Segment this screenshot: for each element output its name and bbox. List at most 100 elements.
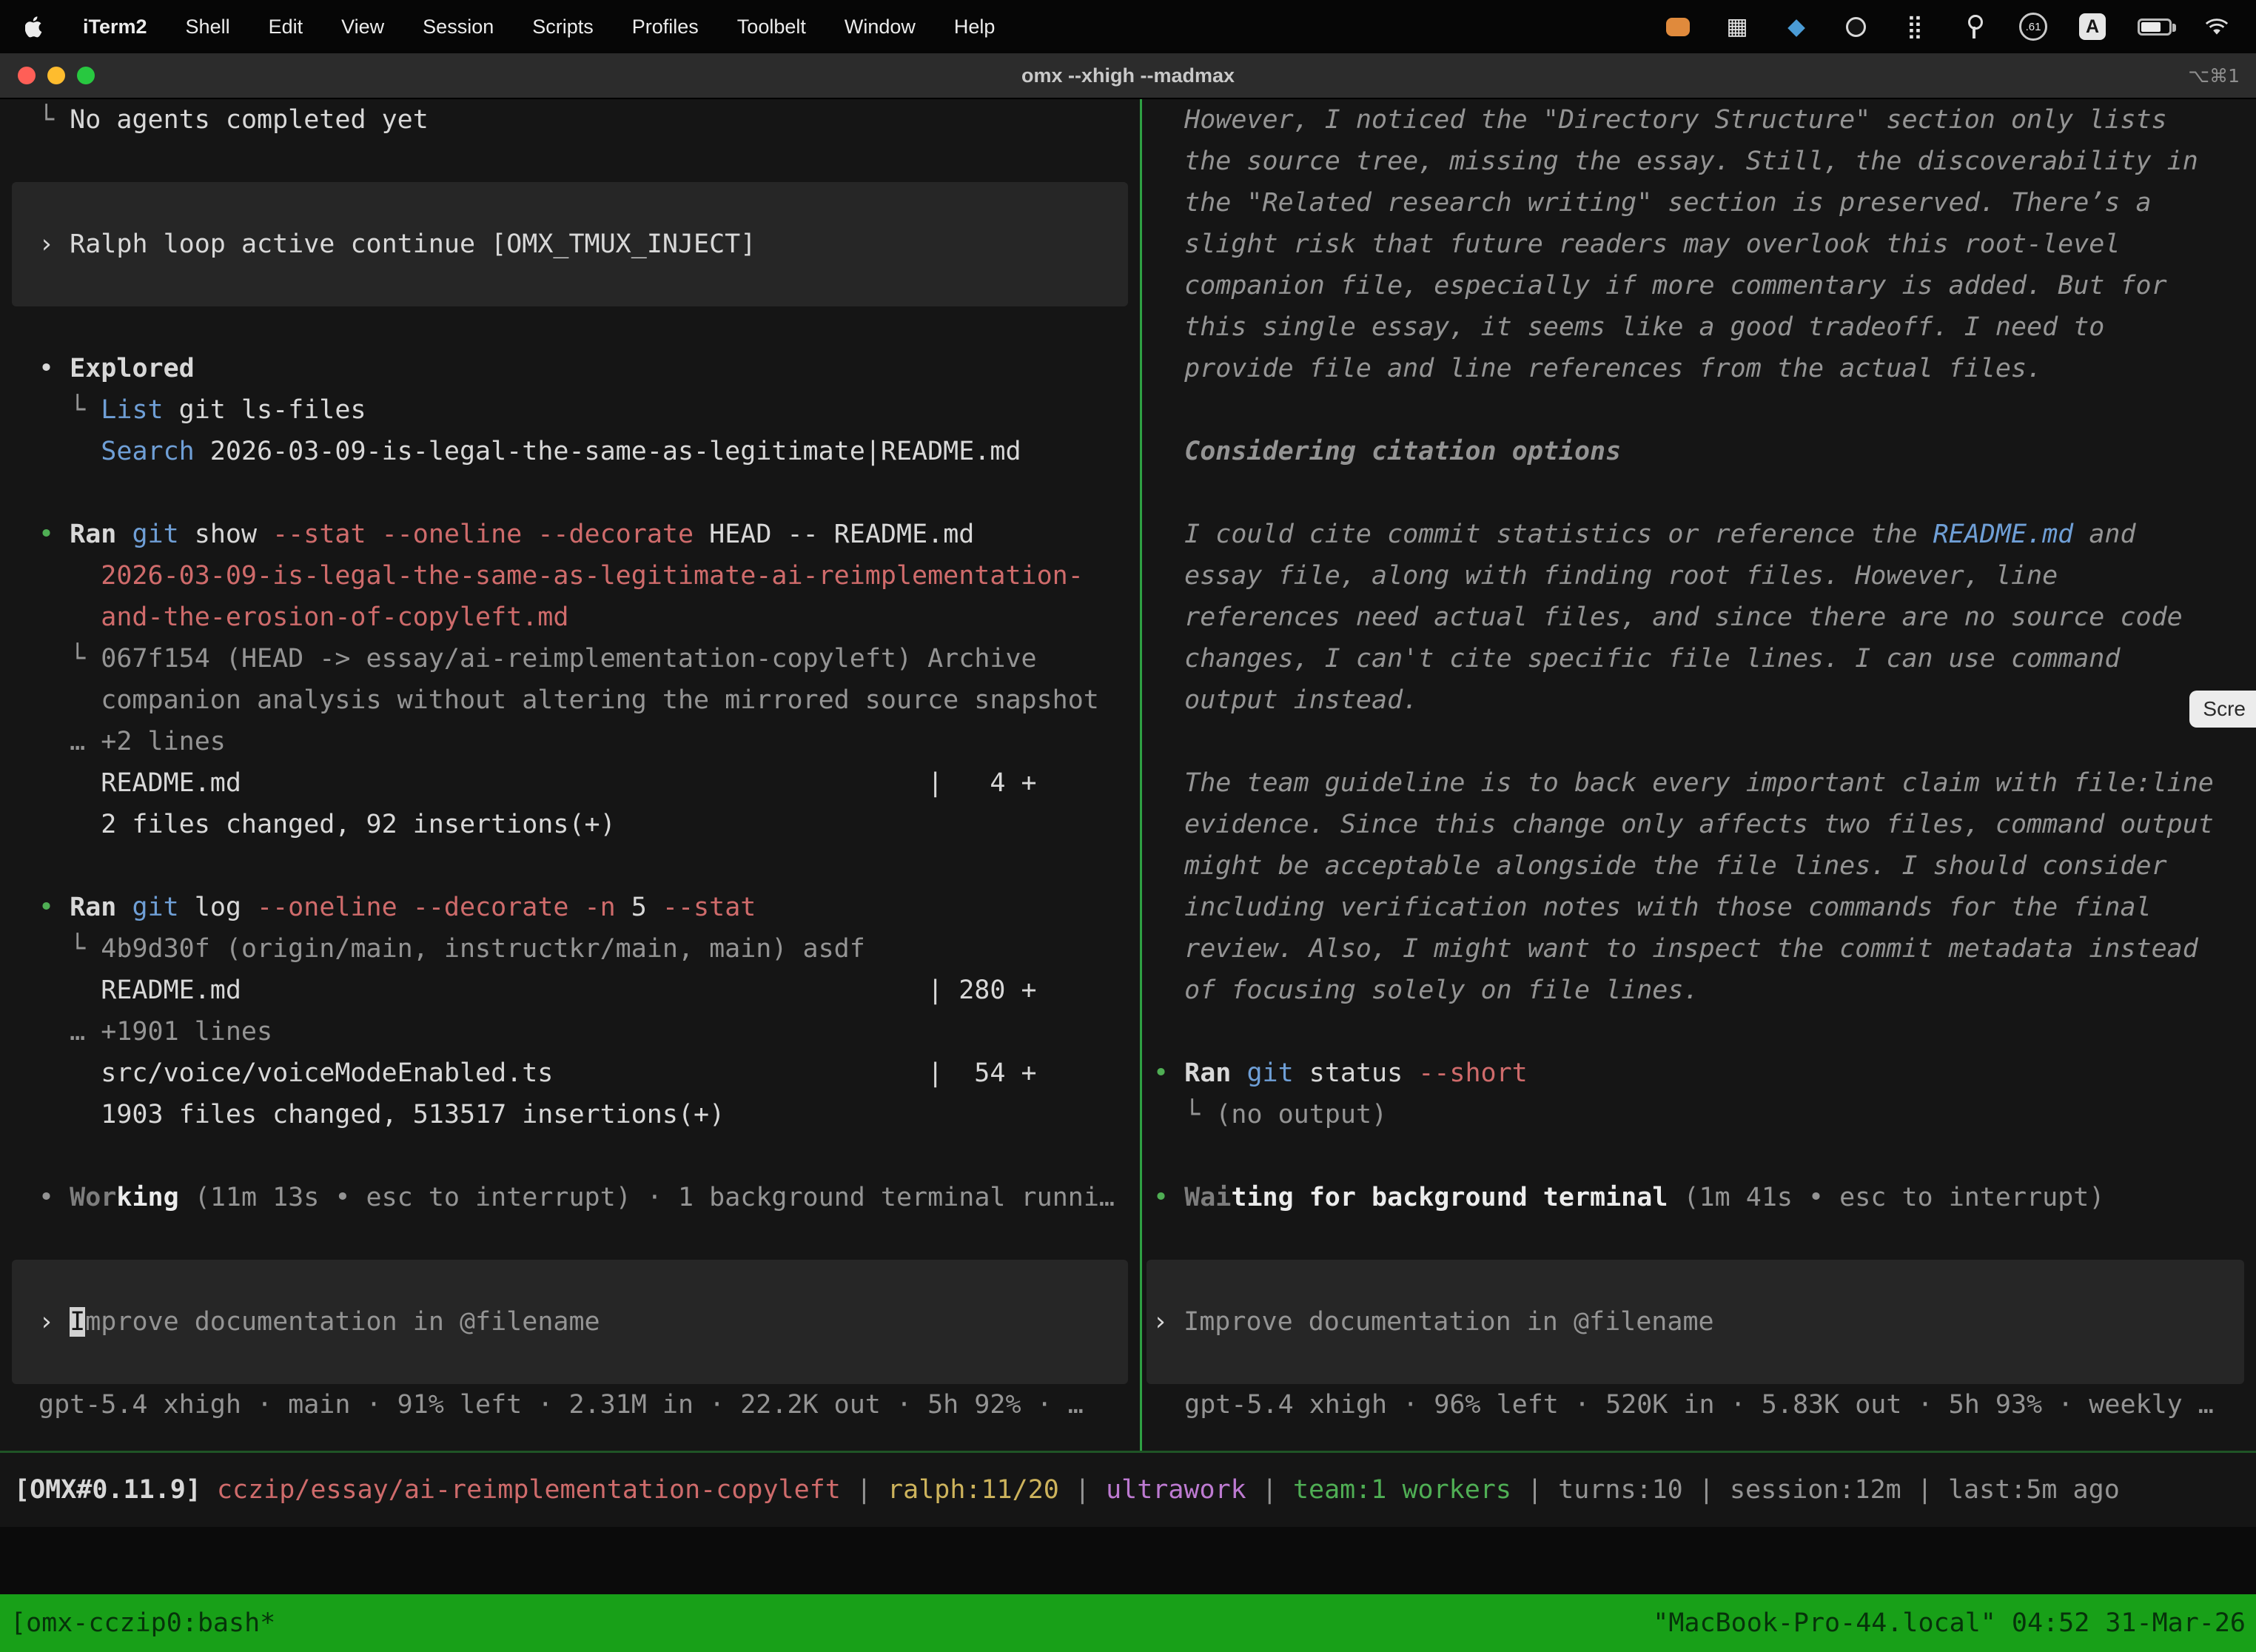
apple-logo-icon[interactable] xyxy=(25,15,44,38)
text-segment: this single essay, it seems like a good … xyxy=(1153,312,2104,342)
menu-item-profiles[interactable]: Profiles xyxy=(632,16,699,38)
text-segment: 4b9d30f (origin/main, instructkr/main, m… xyxy=(101,934,865,964)
edge-tooltip[interactable]: Scre xyxy=(2189,691,2256,728)
text-segment: ting for background terminal xyxy=(1231,1183,1668,1212)
menu-item-scripts[interactable]: Scripts xyxy=(532,16,594,38)
terminal-line: might be acceptable alongside the file l… xyxy=(1142,845,2256,887)
screen: iTerm2 Shell Edit View Session Scripts Profil… xyxy=(0,0,2256,1652)
key-icon[interactable] xyxy=(1960,9,1988,44)
terminal-line: review. Also, I might want to inspect th… xyxy=(1142,928,2256,970)
menu-bar-left: iTerm2 Shell Edit View Session Scripts Profil… xyxy=(25,15,995,38)
text-segment xyxy=(1231,1058,1246,1088)
bottom-gap xyxy=(0,1527,2256,1594)
zoom-button[interactable] xyxy=(77,67,95,84)
prompt-input[interactable]: › Improve documentation in @filename xyxy=(12,1260,1128,1384)
menu-app-name[interactable]: iTerm2 xyxy=(83,16,147,38)
text-segment: · 1 background terminal runni… xyxy=(631,1183,1115,1212)
menu-item-session[interactable]: Session xyxy=(423,16,494,38)
text-segment: session:12m xyxy=(1730,1475,1901,1505)
menu-item-edit[interactable]: Edit xyxy=(269,16,303,38)
text-segment: gpt-5.4 xhigh · main · 91% left · 2.31M … xyxy=(38,1390,1084,1420)
text-segment: Ran xyxy=(70,520,116,549)
terminal-line: companion file, especially if more comme… xyxy=(1142,265,2256,306)
text-segment: └ xyxy=(38,934,101,964)
close-button[interactable] xyxy=(18,67,36,84)
text-segment: ralph:11/20 xyxy=(887,1475,1059,1505)
text-segment: git xyxy=(132,520,178,549)
terminal-line: I could cite commit statistics or refere… xyxy=(1142,514,2256,555)
menu-items: Shell Edit View Session Scripts Profiles Toolb… xyxy=(186,16,996,38)
text-segment: and-the-erosion-of-copyleft.md xyxy=(38,602,568,632)
input-source-icon[interactable]: A xyxy=(2078,9,2106,44)
menu-item-help[interactable]: Help xyxy=(954,16,996,38)
text-segment: | xyxy=(841,1475,887,1505)
prompt-input[interactable]: › Improve documentation in @filename xyxy=(1147,1260,2244,1384)
text-segment: team:1 workers xyxy=(1293,1475,1511,1505)
terminal-line: Search 2026-03-09-is-legal-the-same-as-l… xyxy=(0,431,1140,472)
text-segment: I xyxy=(70,1307,85,1337)
text-segment: • xyxy=(1153,1058,1184,1088)
text-segment xyxy=(201,1475,217,1505)
text-segment: git xyxy=(132,893,178,922)
tmux-status-bar: [omx-cczip0:bash* "MacBook-Pro-44.local"… xyxy=(0,1594,2256,1652)
blue-app-icon[interactable]: ◆ xyxy=(1782,9,1810,44)
text-segment: └ xyxy=(1153,1100,1215,1129)
gauge-icon[interactable]: .61 xyxy=(2019,9,2047,44)
menu-item-view[interactable]: View xyxy=(341,16,384,38)
text-segment: and xyxy=(2073,520,2135,549)
text-segment: • xyxy=(38,893,70,922)
text-segment: | 280 + xyxy=(927,976,1037,1005)
text-segment: • xyxy=(38,354,70,383)
terminal-line: Considering citation options xyxy=(1142,431,2256,472)
minimize-button[interactable] xyxy=(47,67,65,84)
blank-line xyxy=(1142,472,2256,514)
text-segment: | xyxy=(1511,1475,1558,1505)
terminal-line: output instead. xyxy=(1142,679,2256,721)
terminal-line: • Waiting for background terminal (1m 41… xyxy=(1142,1177,2256,1218)
text-segment: › xyxy=(1152,1307,1184,1337)
terminal-line: 2 files changed, 92 insertions(+) xyxy=(0,804,1140,845)
terminal-line: the "Related research writing" section i… xyxy=(1142,182,2256,224)
right-pane[interactable]: However, I noticed the "Directory Struct… xyxy=(1142,99,2256,1451)
battery-icon[interactable] xyxy=(2138,9,2172,44)
text-segment: slight risk that future readers may over… xyxy=(1153,229,2120,259)
text-segment: • xyxy=(38,520,70,549)
text-segment: provide file and line references from th… xyxy=(1153,354,2042,383)
wifi-icon[interactable] xyxy=(2203,9,2231,44)
dark-app-icon[interactable] xyxy=(1842,9,1870,44)
text-segment: git xyxy=(1246,1058,1293,1088)
text-segment: 2026-03-09-is-legal-the-same-as-legitima… xyxy=(195,437,1021,466)
grid-icon[interactable]: ▦ xyxy=(1723,9,1751,44)
text-segment: 1903 files changed, 513517 insertions(+) xyxy=(38,1100,725,1129)
tmux-host-clock: "MacBook-Pro-44.local" 04:52 31-Mar-26 xyxy=(1653,1608,2246,1638)
text-segment: Ralph loop active continue xyxy=(70,229,491,259)
text-segment: Wai xyxy=(1184,1183,1231,1212)
text-segment xyxy=(1668,1183,1683,1212)
text-segment: › xyxy=(38,229,70,259)
menu-item-window[interactable]: Window xyxy=(845,16,916,38)
left-pane[interactable]: └ No agents completed yet › Ralph loop ac… xyxy=(0,99,1140,1451)
terminal-line: • Ran git status --short xyxy=(1142,1052,2256,1094)
text-segment: Wor xyxy=(70,1183,116,1212)
menu-item-shell[interactable]: Shell xyxy=(186,16,230,38)
text-segment: --short xyxy=(1418,1058,1528,1088)
menu-item-toolbelt[interactable]: Toolbelt xyxy=(737,16,806,38)
terminal: └ No agents completed yet › Ralph loop ac… xyxy=(0,99,2256,1451)
text-segment: … +2 lines xyxy=(38,727,226,756)
terminal-line: └ No agents completed yet xyxy=(0,99,1140,141)
ralph-loop-notice-line: › Ralph loop active continue [OMX_TMUX_I… xyxy=(12,224,1128,265)
text-segment: --oneline --decorate -n xyxy=(257,893,616,922)
text-segment: 067f154 (HEAD -> essay/ai-reimplementati… xyxy=(101,644,1036,674)
text-segment: › xyxy=(38,1307,70,1337)
text-segment: (11m 13s • esc to interrupt) xyxy=(195,1183,631,1212)
text-segment: [OMX_TMUX_INJECT] xyxy=(491,229,756,259)
text-segment: review. Also, I might want to inspect th… xyxy=(1153,934,2198,964)
text-segment: List xyxy=(101,395,163,425)
text-segment xyxy=(116,893,132,922)
traffic-lights xyxy=(0,67,95,84)
text-segment: HEAD -- README.md xyxy=(694,520,974,549)
recording-indicator-icon[interactable] xyxy=(1664,9,1692,44)
blank-line xyxy=(1142,721,2256,762)
blank-line xyxy=(0,1135,1140,1177)
dots-grid-icon[interactable]: ⣿ xyxy=(1901,9,1929,44)
